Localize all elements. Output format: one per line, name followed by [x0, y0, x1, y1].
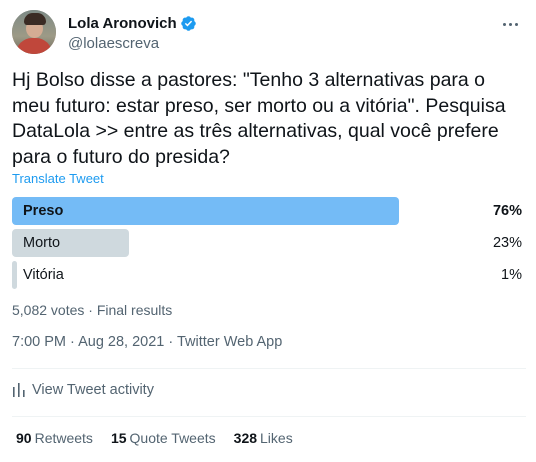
tweet-stats: 90 Retweets 15 Quote Tweets 328 Likes	[16, 430, 311, 446]
view-tweet-activity-button[interactable]: View Tweet activity	[12, 382, 154, 398]
poll-option-percent: 76%	[492, 203, 522, 219]
poll-option-percent: 1%	[501, 267, 522, 283]
poll-option-bar	[12, 197, 399, 225]
tweet-text: Hj Bolso disse a pastores: "Tenho 3 alte…	[12, 69, 506, 168]
poll-option: Preso 76%	[12, 197, 524, 225]
more-options-icon[interactable]	[500, 14, 520, 34]
quote-tweets-count: 15	[110, 430, 127, 446]
poll-results-meta: 5,082 votes · Final results	[12, 302, 173, 318]
divider	[12, 368, 526, 369]
view-tweet-activity-label: View Tweet activity	[32, 382, 154, 398]
verified-badge-icon	[180, 15, 196, 31]
tweet-header: Lola Aronovich @lolaescreva	[12, 10, 526, 56]
author-handle[interactable]: @lolaescreva	[68, 35, 159, 52]
retweets-stat[interactable]: 90 Retweets	[16, 430, 93, 446]
retweets-label: Retweets	[34, 430, 93, 446]
bar-chart-icon	[13, 383, 25, 397]
likes-label: Likes	[260, 430, 293, 446]
poll-option-bar	[12, 261, 17, 289]
poll-option-percent: 23%	[492, 235, 522, 251]
author-display-name[interactable]: Lola Aronovich	[68, 15, 177, 32]
poll: Preso 76% Morto 23% Vitória 1%	[12, 197, 524, 293]
poll-option: Vitória 1%	[12, 261, 524, 289]
retweets-count: 90	[16, 430, 32, 446]
poll-option-label: Preso	[23, 203, 64, 219]
quote-tweets-label: Quote Tweets	[129, 430, 216, 446]
poll-option-label: Morto	[23, 235, 61, 251]
avatar[interactable]	[12, 10, 56, 54]
poll-option: Morto 23%	[12, 229, 524, 257]
likes-stat[interactable]: 328 Likes	[234, 430, 293, 446]
translate-tweet-link[interactable]: Translate Tweet	[12, 171, 104, 186]
author-name-row: Lola Aronovich	[68, 14, 197, 32]
poll-option-label: Vitória	[23, 267, 64, 283]
likes-count: 328	[233, 430, 258, 446]
quote-tweets-stat[interactable]: 15 Quote Tweets	[111, 430, 216, 446]
tweet-timestamp[interactable]: 7:00 PM · Aug 28, 2021 · Twitter Web App	[12, 334, 282, 350]
divider	[12, 416, 526, 417]
